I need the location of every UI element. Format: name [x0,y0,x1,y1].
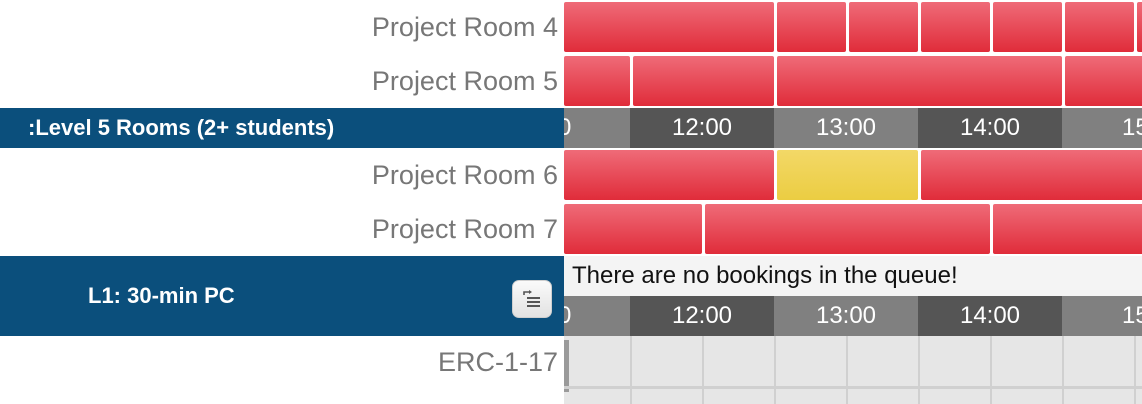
time-axis: 00 12:00 13:00 14:00 15:0 [564,108,1142,148]
grid-line [1062,336,1064,404]
booked-slot[interactable] [849,2,918,52]
room-timeline [564,336,1142,404]
time-label: 15:0 [1062,296,1142,336]
room-timeline [564,0,1142,54]
grid-line [564,386,1142,389]
time-label: 14:00 [918,108,1062,148]
room-timeline [564,202,1142,256]
grid-line [630,336,632,404]
current-time-marker [564,340,569,392]
booked-slot[interactable] [1137,2,1142,52]
section-title: L1: 30-min PC [88,283,235,308]
room-row: Project Room 5 [0,54,1142,108]
room-row: ERC-1-17 [0,336,1142,404]
room-timeline [564,54,1142,108]
booked-slot[interactable] [1065,2,1134,52]
booked-slot[interactable] [993,204,1142,254]
booked-slot[interactable] [564,2,774,52]
grid-line [918,336,920,404]
room-row: Project Room 7 [0,202,1142,256]
grid-line [846,336,848,404]
booked-slot[interactable] [633,56,774,106]
room-label[interactable]: ERC-1-17 [0,336,564,388]
time-label: 12:00 [630,296,774,336]
booked-slot[interactable] [993,2,1062,52]
section-title: :Level 5 Rooms (2+ students) [28,115,335,140]
room-label[interactable]: Project Room 4 [0,0,564,54]
booked-slot[interactable] [921,150,1142,200]
time-label: 13:00 [774,108,918,148]
booked-slot[interactable] [1065,56,1142,106]
available-slot[interactable] [777,150,918,200]
time-label: 00 [564,108,630,148]
room-label[interactable]: Project Room 5 [0,54,564,108]
room-row: Project Room 6 [0,148,1142,202]
grid-line [702,336,704,404]
grid-line [1134,336,1136,404]
time-label: 12:00 [630,108,774,148]
room-label[interactable]: Project Room 6 [0,148,564,202]
level5-header-row: :Level 5 Rooms (2+ students) 00 12:00 13… [0,108,1142,148]
time-label: 00 [564,296,630,336]
booked-slot[interactable] [564,56,630,106]
queue-list-icon[interactable] [512,280,552,318]
time-label: 13:00 [774,296,918,336]
booked-slot[interactable] [564,204,702,254]
queue-message: There are no bookings in the queue! [564,256,1142,296]
booked-slot[interactable] [777,2,846,52]
room-label[interactable]: Project Room 7 [0,202,564,256]
time-label: 14:00 [918,296,1062,336]
booked-slot[interactable] [564,150,774,200]
grid-line [774,336,776,404]
time-label: 15:0 [1062,108,1142,148]
booked-slot[interactable] [705,204,990,254]
section-header: :Level 5 Rooms (2+ students) [0,108,564,148]
booked-slot[interactable] [921,2,990,52]
room-row: Project Room 4 [0,0,1142,54]
room-timeline [564,148,1142,202]
booked-slot[interactable] [777,56,1062,106]
time-axis: 00 12:00 13:00 14:00 15:0 [564,296,1142,336]
section-header: L1: 30-min PC [0,256,564,336]
l1-header-row: L1: 30-min PC There are no bookings in t… [0,256,1142,336]
grid-line [990,336,992,404]
